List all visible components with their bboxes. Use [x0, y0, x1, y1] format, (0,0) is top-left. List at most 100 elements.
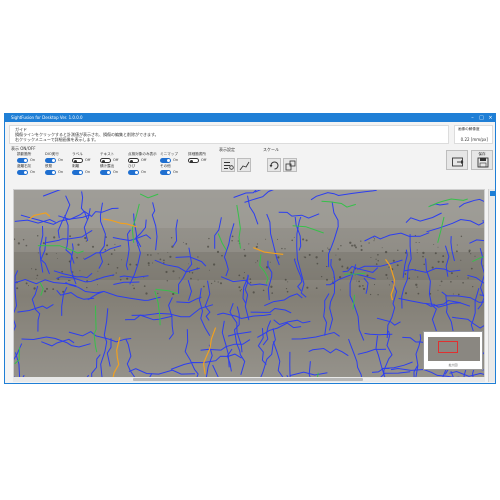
stain-dot — [121, 259, 122, 261]
stain-dot — [243, 254, 247, 257]
toggle-switch[interactable] — [128, 170, 139, 175]
display-settings-title: 表示設定 — [219, 147, 235, 152]
toggle-switch[interactable] — [160, 158, 171, 163]
minimap-viewport[interactable] — [438, 341, 458, 353]
horizontal-scrollbar[interactable] — [13, 377, 485, 382]
stain-dot — [197, 256, 199, 258]
stain-dot — [433, 244, 435, 245]
stain-dot — [368, 242, 370, 244]
rotate-button[interactable] — [267, 158, 281, 172]
minimize-button[interactable]: – — [468, 114, 477, 122]
stain-dot — [68, 279, 70, 282]
stain-dot — [373, 240, 375, 242]
stain-dot — [217, 281, 219, 283]
stain-dot — [53, 236, 56, 239]
stain-dot — [470, 253, 472, 255]
stain-dot — [256, 260, 259, 262]
stain-dot — [373, 284, 376, 286]
stain-dot — [116, 266, 119, 269]
stain-dot — [404, 292, 408, 295]
export-button[interactable] — [446, 150, 468, 170]
stain-dot — [353, 244, 356, 247]
maximize-button[interactable]: □ — [477, 114, 486, 122]
stain-dot — [197, 279, 199, 281]
stain-dot — [305, 239, 308, 242]
stain-dot — [271, 292, 274, 294]
stain-dot — [366, 274, 369, 277]
stain-dot — [321, 250, 324, 252]
stain-dot — [172, 270, 175, 273]
stain-dot — [408, 277, 410, 280]
line-style-button[interactable] — [237, 158, 251, 172]
display-settings-button[interactable] — [221, 158, 235, 172]
stain-dot — [248, 243, 250, 245]
minimap-caption: 拡大図 — [448, 363, 458, 367]
stain-dot — [340, 289, 342, 291]
inspection-image-canvas[interactable] — [13, 189, 485, 382]
toggle-switch[interactable] — [128, 158, 139, 163]
stain-dot — [129, 263, 132, 266]
stain-dot — [482, 265, 484, 267]
stain-dot — [85, 240, 88, 242]
stain-dot — [159, 258, 162, 261]
stain-dot — [145, 292, 148, 295]
stain-dot — [276, 238, 279, 240]
toggle-switch[interactable] — [72, 158, 83, 163]
toggle-switch[interactable] — [17, 158, 28, 163]
toggle-switch[interactable] — [72, 170, 83, 175]
scrollbar-thumb[interactable] — [133, 378, 363, 381]
toggle-state: Off — [201, 158, 207, 162]
fit-scale-button[interactable] — [283, 158, 297, 172]
stain-dot — [25, 282, 28, 285]
side-panel-tab[interactable] — [488, 189, 495, 382]
stain-dot — [377, 260, 379, 262]
stain-dot — [269, 261, 271, 263]
stain-dot — [37, 252, 39, 254]
stain-dot — [44, 290, 47, 293]
save-icon — [477, 157, 489, 168]
toggle-label: ラベル — [72, 152, 83, 156]
stain-dot — [440, 280, 443, 283]
close-button[interactable]: × — [486, 114, 495, 122]
stain-dot — [237, 240, 239, 242]
stain-dot — [354, 274, 356, 276]
stain-dot — [416, 252, 418, 254]
stain-dot — [360, 240, 362, 242]
stain-dot — [239, 290, 242, 292]
guide-line-2: 右クリックメニューで詳細画像を表示します。 — [15, 137, 99, 142]
stain-dot — [375, 258, 377, 260]
concrete-upper-band — [14, 190, 484, 228]
stain-dot — [238, 286, 241, 289]
stain-dot — [208, 237, 210, 240]
save-button[interactable]: 保存 — [471, 150, 493, 170]
stain-dot — [243, 271, 246, 274]
stain-dot — [133, 287, 135, 290]
toggle-switch[interactable] — [100, 158, 111, 163]
stain-dot — [456, 244, 458, 246]
side-panel-toggle-icon[interactable] — [490, 191, 495, 196]
stain-dot — [397, 249, 399, 252]
minimap[interactable]: 拡大図 — [423, 331, 483, 370]
stain-dot — [42, 242, 45, 245]
stain-dot — [148, 264, 150, 266]
toggle-switch[interactable] — [188, 158, 199, 163]
stain-dot — [256, 243, 259, 245]
toggle-switch[interactable] — [45, 170, 56, 175]
toggle-switch[interactable] — [160, 170, 171, 175]
toggle-switch[interactable] — [17, 170, 28, 175]
stain-dot — [167, 251, 169, 253]
toggle-switch[interactable] — [45, 158, 56, 163]
resolution-value: 0.22 [mm/px] — [460, 137, 488, 142]
crack-overlay[interactable] — [14, 190, 485, 382]
stain-dot — [277, 256, 280, 259]
stain-dot — [284, 248, 286, 250]
toggle-switch[interactable] — [100, 170, 111, 175]
stain-dot — [286, 290, 289, 293]
stain-dot — [422, 255, 424, 258]
stain-dot — [470, 267, 473, 270]
stain-dot — [31, 268, 33, 270]
toggle-state: On — [30, 158, 36, 162]
stain-dot — [434, 252, 437, 255]
stain-dot — [351, 244, 354, 247]
stain-dot — [33, 287, 36, 290]
